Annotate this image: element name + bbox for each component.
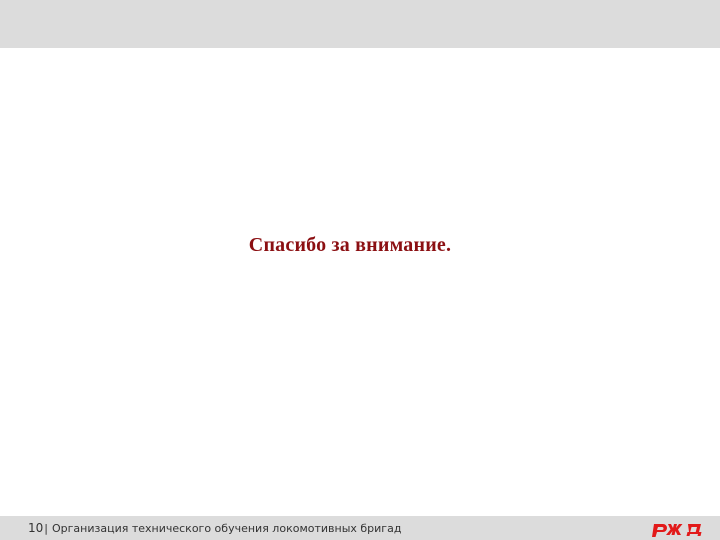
footer-bar: 10| Организация технического обучения лок…: [0, 516, 720, 540]
footer-text: 10| Организация технического обучения лок…: [28, 521, 401, 535]
footer-caption: Организация технического обучения локомо…: [52, 522, 402, 535]
header-band: [0, 0, 720, 48]
page-number: 10: [28, 521, 44, 535]
thank-you-text: Спасибо за внимание.: [248, 234, 452, 256]
footer-separator: |: [44, 522, 48, 535]
slide-content-area: [0, 48, 720, 516]
rzd-logo-icon: [652, 524, 702, 537]
